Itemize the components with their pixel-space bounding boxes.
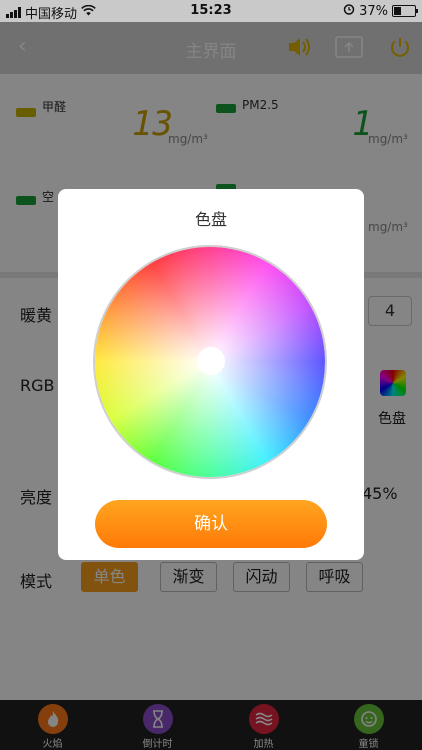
dialog-title: 色盘 <box>194 210 227 229</box>
color-wheel-selector[interactable] <box>197 347 225 375</box>
battery-icon <box>392 5 418 17</box>
alarm-icon <box>343 3 355 19</box>
status-bar: 中国移动 15:23 37% <box>0 0 422 22</box>
battery-percent: 37% <box>359 3 388 19</box>
color-palette-dialog: 色盘 确认 <box>58 189 364 560</box>
confirm-button[interactable]: 确认 <box>95 500 327 548</box>
